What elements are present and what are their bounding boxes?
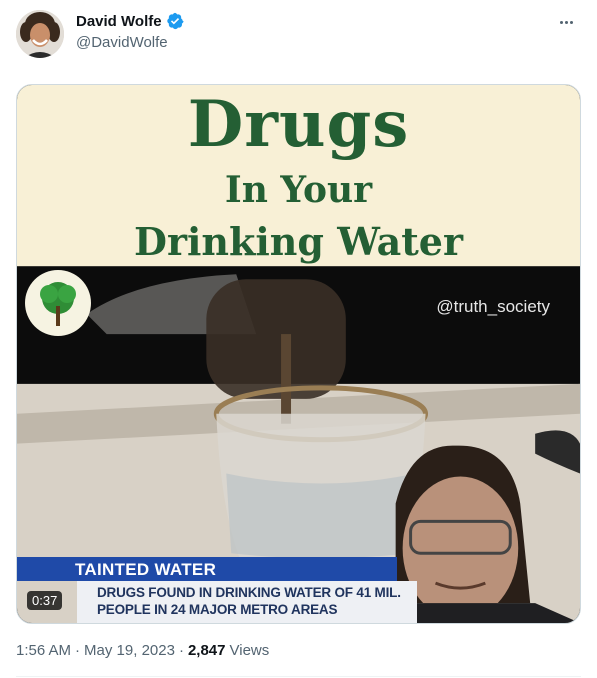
views-label: Views bbox=[229, 642, 270, 659]
tweet-time[interactable]: 1:56 AM bbox=[16, 642, 71, 659]
lower-third-headline: TAINTED WATER bbox=[75, 560, 217, 579]
video-title-overlay: Drugs In Your Drinking Water bbox=[17, 85, 580, 267]
meta-separator: · bbox=[178, 642, 184, 659]
tree-logo-icon bbox=[25, 270, 91, 336]
verified-badge-icon bbox=[166, 12, 184, 30]
lower-third-subbanner: DRUGS FOUND IN DRINKING WATER OF 41 MIL.… bbox=[77, 581, 417, 623]
divider bbox=[16, 676, 581, 677]
more-options-icon[interactable] bbox=[553, 12, 579, 32]
title-line-3: Drinking Water bbox=[134, 219, 463, 264]
author-name[interactable]: David Wolfe bbox=[76, 13, 162, 30]
news-lower-third: TAINTED WATER DRUGS FOUND IN DRINKING WA… bbox=[17, 557, 437, 623]
author-block: David Wolfe @DavidWolfe bbox=[76, 12, 184, 51]
author-handle[interactable]: @DavidWolfe bbox=[76, 34, 184, 51]
lower-third-subheadline: DRUGS FOUND IN DRINKING WATER OF 41 MIL.… bbox=[97, 585, 401, 617]
video-duration-badge: 0:37 bbox=[27, 591, 63, 610]
title-line-1: Drugs bbox=[187, 87, 410, 162]
title-line-2: In Your bbox=[224, 169, 373, 211]
tweet-header: David Wolfe @DavidWolfe bbox=[16, 8, 581, 60]
avatar[interactable] bbox=[16, 10, 64, 58]
tweet-date[interactable]: May 19, 2023 bbox=[84, 642, 175, 659]
views-count: 2,847 bbox=[187, 642, 226, 659]
meta-separator: · bbox=[75, 642, 81, 659]
video-player[interactable]: Drugs In Your Drinking Water @truth_soci… bbox=[16, 84, 581, 624]
lower-third-banner: TAINTED WATER bbox=[17, 557, 397, 581]
watermark-text: @truth_society bbox=[436, 297, 550, 316]
tweet-meta: 1:56 AM · May 19, 2023 · 2,847 Views bbox=[16, 642, 269, 659]
